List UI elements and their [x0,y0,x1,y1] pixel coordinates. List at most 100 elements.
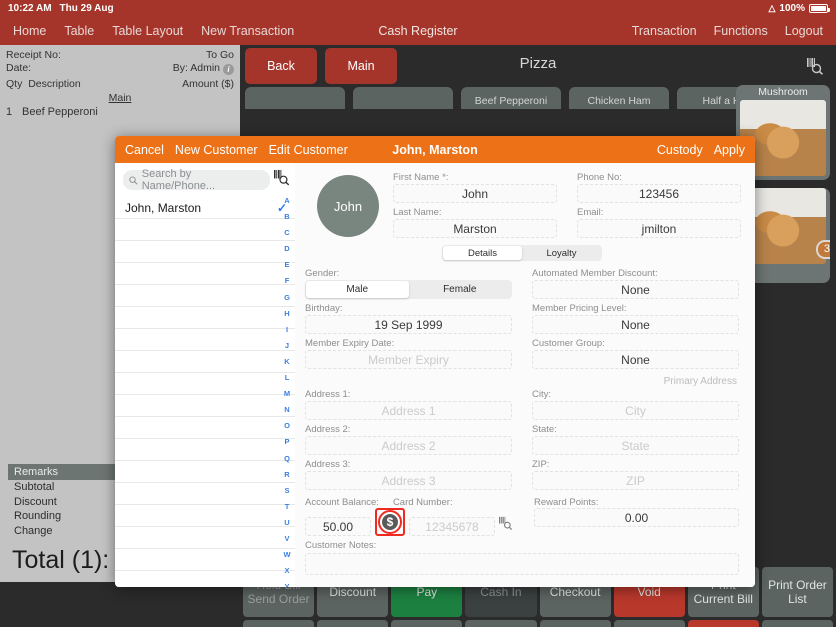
modal-cancel-button[interactable]: Cancel [125,143,164,157]
category-tab[interactable] [353,87,453,109]
alpha-index-letter[interactable]: R [284,467,289,483]
list-item[interactable] [115,241,295,263]
list-item[interactable] [115,549,295,571]
alpha-index-letter[interactable]: W [283,547,290,563]
list-item[interactable] [115,527,295,549]
alpha-index-letter[interactable]: X [284,563,289,579]
list-item[interactable] [115,307,295,329]
merge-table-button[interactable]: Merge Table [391,619,463,627]
alpha-index-letter[interactable]: F [285,273,290,289]
city-input[interactable]: City [532,401,739,420]
gender-option-male[interactable]: Male [306,281,409,298]
list-item[interactable] [115,395,295,417]
alpha-index-letter[interactable]: I [286,322,288,338]
alphabet-index[interactable]: A B C D E F G H I J K L M N O P Q R S T … [279,193,295,587]
first-name-input[interactable]: John [393,184,557,203]
modal-apply-button[interactable]: Apply [714,143,745,157]
nav-item-table[interactable]: Table [64,24,94,38]
alpha-index-letter[interactable]: T [285,499,290,515]
list-item[interactable] [115,219,295,241]
nav-item-home[interactable]: Home [13,24,46,38]
category-tab-chicken-ham[interactable]: Chicken Ham [569,87,669,109]
split-change-bill-button[interactable]: Split / Change Bill [613,619,685,627]
tab-loyalty[interactable]: Loyalty [522,246,601,260]
list-item[interactable] [115,439,295,461]
list-item[interactable] [115,505,295,527]
nav-item-transaction[interactable]: Transaction [632,24,697,38]
customer-search-input[interactable]: Search by Name/Phone... [123,168,270,192]
modal-edit-customer-button[interactable]: Edit Customer [269,143,348,157]
more-functions-button[interactable]: More Functions [761,619,833,627]
list-item[interactable] [115,417,295,439]
birthday-input[interactable]: 19 Sep 1999 [305,315,512,334]
last-name-input[interactable]: Marston [393,219,557,238]
alpha-index-letter[interactable]: N [284,402,289,418]
avatar[interactable]: John [317,175,379,237]
alpha-index-letter[interactable]: B [284,209,289,225]
address3-input[interactable]: Address 3 [305,471,512,490]
list-item[interactable]: John, Marston ✓ [115,197,295,219]
nav-item-functions[interactable]: Functions [714,24,768,38]
list-item[interactable] [115,285,295,307]
alpha-index-letter[interactable]: O [284,418,290,434]
category-tab-beef-pepperoni[interactable]: Beef Pepperoni [461,87,561,109]
alpha-index-letter[interactable]: A [284,193,289,209]
gender-option-female[interactable]: Female [409,281,512,298]
barcode-scan-icon[interactable] [806,57,824,80]
address1-input[interactable]: Address 1 [305,401,512,420]
alpha-index-letter[interactable]: V [284,531,289,547]
alpha-index-letter[interactable]: H [284,306,289,322]
alpha-index-letter[interactable]: C [284,225,289,241]
list-item[interactable] [115,461,295,483]
alpha-index-letter[interactable]: U [284,515,289,531]
alpha-index-letter[interactable]: D [284,241,289,257]
receipt-line-item[interactable]: 1 Beef Pepperoni [0,104,240,118]
barcode-scan-icon[interactable] [499,516,514,536]
member-pricing-level-select[interactable]: None [532,315,739,334]
zip-input[interactable]: ZIP [532,471,739,490]
print-order-list-button[interactable]: Print Order List [761,567,833,617]
list-item[interactable] [115,483,295,505]
modal-new-customer-button[interactable]: New Customer [175,143,258,157]
tab-details[interactable]: Details [443,246,522,260]
split-table-button[interactable]: Split Table [465,619,537,627]
category-tab[interactable] [245,87,345,109]
email-input[interactable]: jmilton [577,219,741,238]
nav-item-logout[interactable]: Logout [785,24,823,38]
change-table-button[interactable]: Change Table [539,619,611,627]
alpha-index-letter[interactable]: Y [284,579,289,587]
member-expiry-input[interactable]: Member Expiry [305,350,512,369]
modal-custody-button[interactable]: Custody [657,143,703,157]
favourites-button[interactable]: Favourites [243,619,315,627]
edit-order-button[interactable]: Edit Order [687,619,759,627]
automated-member-discount-select[interactable]: None [532,280,739,299]
reward-points-input[interactable]: 0.00 [534,508,739,527]
state-input[interactable]: State [532,436,739,455]
alpha-index-letter[interactable]: G [284,290,290,306]
address2-input[interactable]: Address 2 [305,436,512,455]
card-number-input[interactable]: 12345678 [409,517,495,536]
customer-group-select[interactable]: None [532,350,739,369]
alpha-index-letter[interactable]: M [284,386,290,402]
alpha-index-letter[interactable]: J [285,338,289,354]
nav-item-new-transaction[interactable]: New Transaction [201,24,294,38]
barcode-scan-icon[interactable] [274,169,291,191]
merge-bill-button[interactable]: Merge Bill [317,619,389,627]
list-item[interactable] [115,329,295,351]
alpha-index-letter[interactable]: S [284,483,289,499]
account-balance-input[interactable]: 50.00 [305,517,371,536]
list-item[interactable] [115,263,295,285]
list-item[interactable] [115,351,295,373]
alpha-index-letter[interactable]: L [285,370,290,386]
alpha-index-letter[interactable]: P [284,434,289,450]
info-icon[interactable]: i [223,64,234,75]
alpha-index-letter[interactable]: E [284,257,289,273]
alpha-index-letter[interactable]: K [284,354,289,370]
account-balance-topup-button[interactable]: $ [375,508,405,536]
member-expiry-label: Member Expiry Date: [305,338,395,349]
nav-item-table-layout[interactable]: Table Layout [112,24,183,38]
list-item[interactable] [115,373,295,395]
phone-input[interactable]: 123456 [577,184,741,203]
customer-notes-input[interactable] [305,553,739,575]
alpha-index-letter[interactable]: Q [284,451,290,467]
